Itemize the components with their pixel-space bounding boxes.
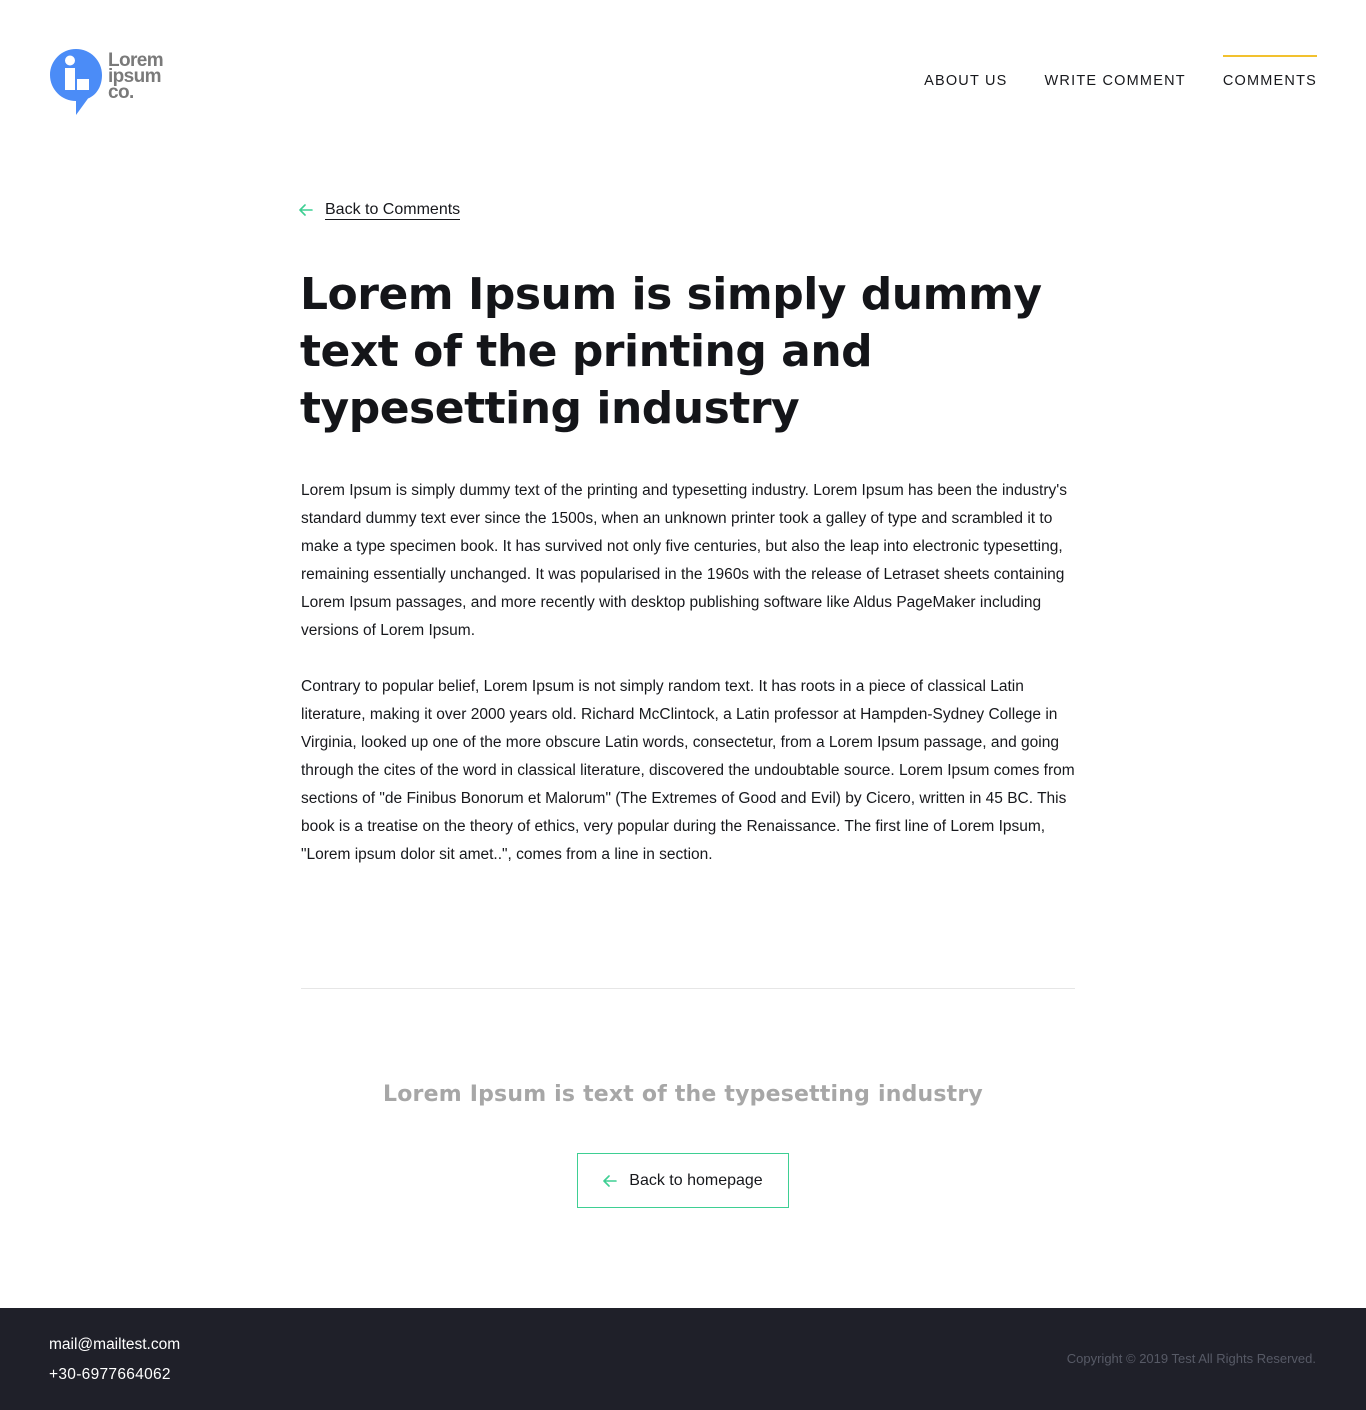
arrow-left-icon — [299, 204, 313, 216]
logo-wordmark: Lorem ipsum co. — [108, 51, 164, 103]
article-paragraph: Contrary to popular belief, Lorem Ipsum … — [301, 678, 1075, 863]
back-to-comments-link[interactable]: Back to Comments — [299, 200, 461, 220]
site-header: Lorem ipsum co. ABOUT US WRITE COMMENT C… — [0, 0, 1366, 130]
footer-email-link[interactable]: mail@mailtest.com — [49, 1336, 180, 1354]
main-nav: ABOUT US WRITE COMMENT COMMENTS — [887, 55, 1318, 95]
logo-line: co. — [108, 82, 134, 103]
info-bubble-icon — [50, 49, 102, 115]
section-divider — [301, 988, 1075, 989]
footer-copyright: Copyright © 2019 Test All Rights Reserve… — [1066, 1351, 1316, 1366]
cta-tagline: Lorem Ipsum is text of the typesetting i… — [383, 1082, 983, 1107]
article-title: Lorem Ipsum is simply dummy text of the … — [300, 269, 1042, 434]
nav-item-write-comment[interactable]: WRITE COMMENT — [1045, 55, 1186, 95]
back-to-homepage-label: Back to homepage — [629, 1171, 763, 1189]
logo[interactable]: Lorem ipsum co. — [50, 48, 180, 118]
article-paragraph: Lorem Ipsum is simply dummy text of the … — [301, 482, 1067, 639]
site-footer: mail@mailtest.com +30-6977664062 Copyrig… — [0, 1308, 1366, 1410]
back-to-comments-label: Back to Comments — [325, 201, 461, 220]
back-to-homepage-button[interactable]: Back to homepage — [577, 1153, 789, 1208]
arrow-left-icon — [603, 1174, 618, 1187]
nav-item-about-us[interactable]: ABOUT US — [924, 55, 1007, 95]
nav-item-comments[interactable]: COMMENTS — [1222, 55, 1318, 95]
footer-phone-link[interactable]: +30-6977664062 — [49, 1366, 171, 1384]
